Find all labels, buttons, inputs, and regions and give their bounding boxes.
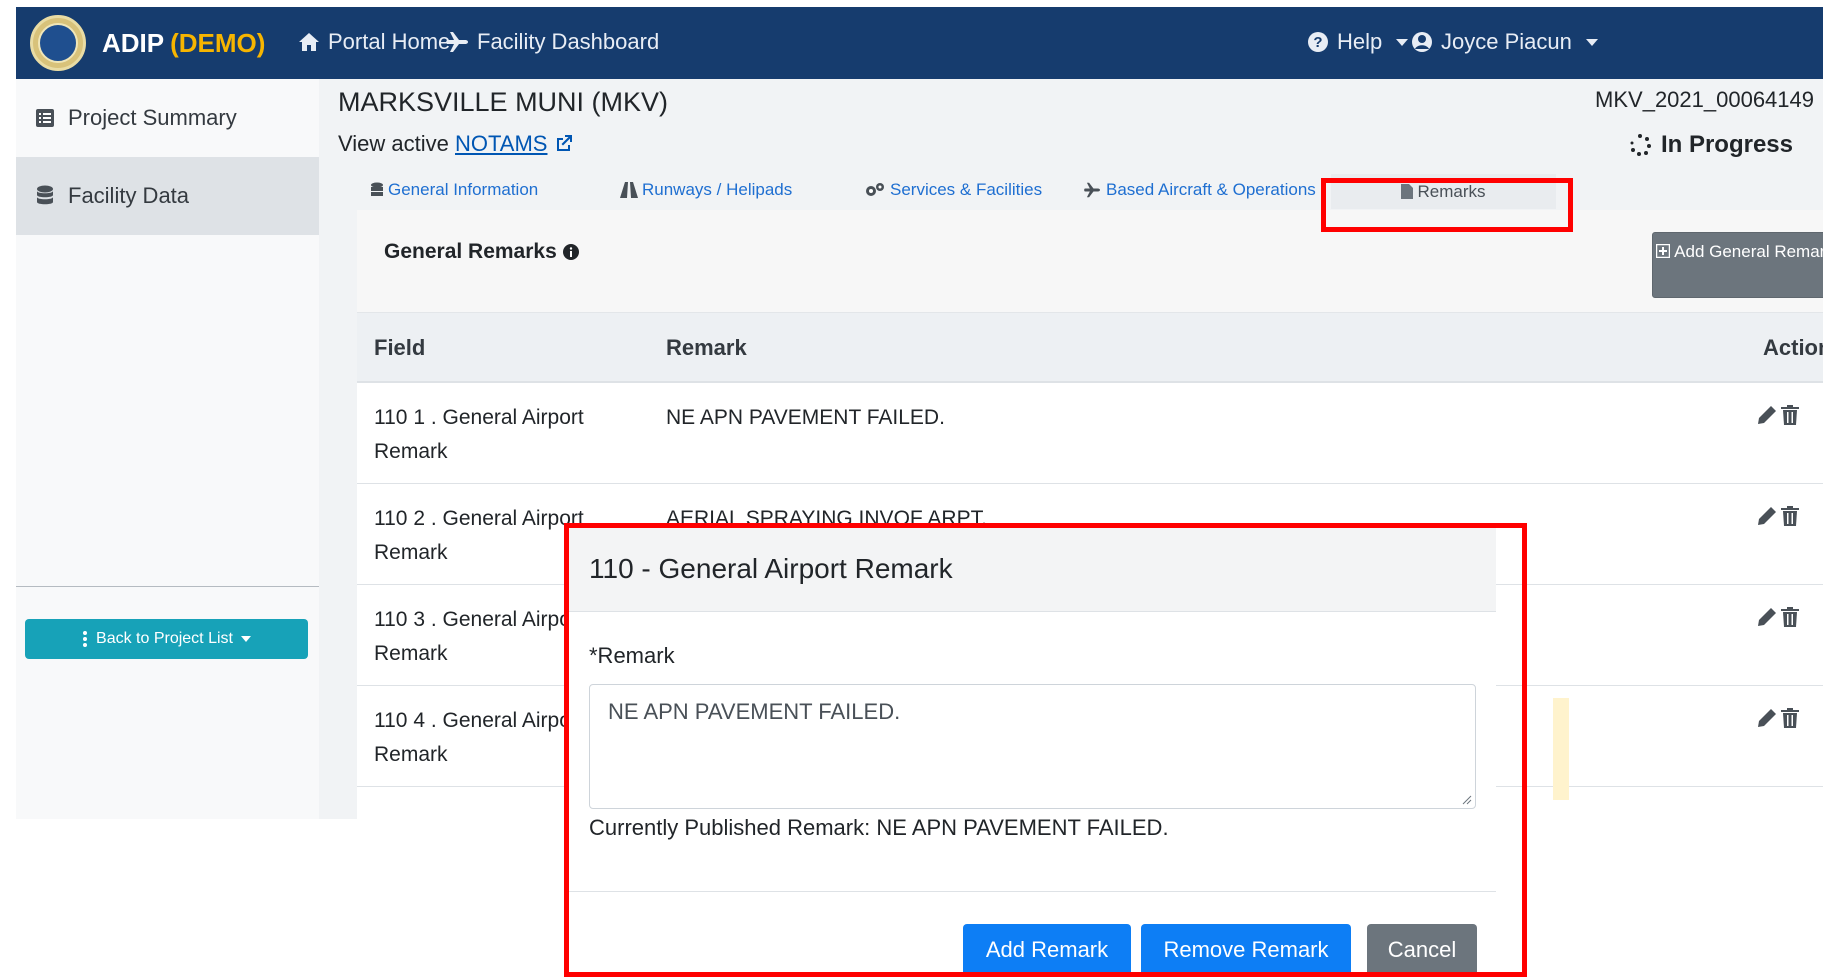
pencil-icon[interactable] [1757,708,1777,728]
row-actions [1757,506,1799,526]
notams-prefix: View active [338,131,449,156]
question-circle-icon: ? [1308,32,1328,52]
tab-label: Services & Facilities [890,180,1043,199]
user-menu[interactable]: Joyce Piacun [1411,29,1598,55]
help-label: Help [1337,29,1383,54]
tab-based-aircraft-operations[interactable]: Based Aircraft & Operations [1082,180,1316,200]
row-remark: NE APN PAVEMENT FAILED. [666,406,945,429]
tab-runways-helipads[interactable]: Runways / Helipads [620,180,792,200]
notams-line: View active NOTAMS [338,131,574,157]
chevron-down-icon [1396,38,1409,46]
list-icon [36,109,54,127]
sidebar-item-label: Project Summary [68,105,237,130]
sidebar-item-label: Facility Data [68,183,190,208]
remarks-table-header: Field Remark Action [357,313,1823,383]
column-header-action: Action [1763,335,1823,360]
sidebar-item-project-summary[interactable]: Project Summary [16,79,319,157]
row-actions [1757,607,1799,627]
spinner-icon [1630,134,1651,156]
row-highlight-strip [1553,698,1569,800]
database-icon [371,182,383,196]
top-navbar: ADIP (DEMO) Portal Home Facility Dashboar… [16,7,1823,79]
help-menu[interactable]: ? Help [1307,29,1409,55]
road-icon [620,182,638,198]
cogs-icon [866,183,884,196]
brand-demo-label: (DEMO) [170,27,266,58]
plane-icon [1084,182,1100,198]
pencil-icon[interactable] [1757,506,1777,526]
project-status: In Progress [1629,131,1793,159]
sidebar: Project Summary Facility Data Back to Pr… [16,79,319,819]
home-icon [299,33,319,51]
row-actions [1757,708,1799,728]
nav-facility-dashboard[interactable]: Facility Dashboard [445,29,659,55]
plus-square-icon [1655,243,1671,259]
modal-highlight-box [564,523,1527,977]
column-header-remark: Remark [666,335,747,360]
trash-icon[interactable] [1781,405,1799,425]
tab-label: General Information [388,180,539,199]
external-link-icon[interactable] [554,133,574,153]
ellipsis-vertical-icon [83,631,88,647]
notams-link[interactable]: NOTAMS [455,131,547,156]
pencil-icon[interactable] [1757,405,1777,425]
table-row: 110 1 . General Airport Remark NE APN PA… [357,383,1823,484]
sidebar-item-facility-data[interactable]: Facility Data [16,157,319,235]
tab-services-facilities[interactable]: Services & Facilities [864,180,1042,200]
brand[interactable]: ADIP (DEMO) [30,13,265,73]
pencil-icon[interactable] [1757,607,1777,627]
plane-icon [446,32,468,52]
user-name: Joyce Piacun [1441,29,1572,54]
nav-portal-home-label: Portal Home [328,29,451,54]
trash-icon[interactable] [1781,607,1799,627]
row-actions [1757,405,1799,425]
facility-title: MARKSVILLE MUNI (MKV) [338,87,669,117]
tab-label: Based Aircraft & Operations [1106,180,1316,199]
svg-text:?: ? [1313,34,1322,51]
add-general-remark-button[interactable]: Add General Remark [1652,232,1823,298]
remarks-tab-highlight-box [1321,178,1573,232]
tab-general-information[interactable]: General Information [370,180,538,200]
row-field: 110 1 . General Airport Remark [374,406,584,463]
chevron-down-icon [1585,38,1598,46]
column-header-field: Field [374,335,426,360]
trash-icon[interactable] [1781,506,1799,526]
back-to-project-list-label: Back to Project List [96,630,233,647]
nav-portal-home[interactable]: Portal Home [298,29,450,55]
trash-icon[interactable] [1781,708,1799,728]
project-id: MKV_2021_00064149 [1595,87,1814,112]
database-icon [37,185,53,205]
remarks-card-header: General Remarks Add General Remark [357,210,1823,313]
chevron-down-icon [240,636,251,642]
sidebar-divider [16,586,319,587]
project-status-label: In Progress [1660,131,1793,158]
user-circle-icon [1412,32,1432,52]
tab-label: Runways / Helipads [642,180,793,199]
back-to-project-list-button[interactable]: Back to Project List [25,619,308,659]
brand-title: ADIP (DEMO) [102,27,266,58]
faa-seal-logo [30,15,86,71]
nav-facility-dashboard-label: Facility Dashboard [477,29,660,54]
info-circle-icon[interactable] [562,244,579,260]
general-remarks-title: General Remarks [384,240,579,264]
